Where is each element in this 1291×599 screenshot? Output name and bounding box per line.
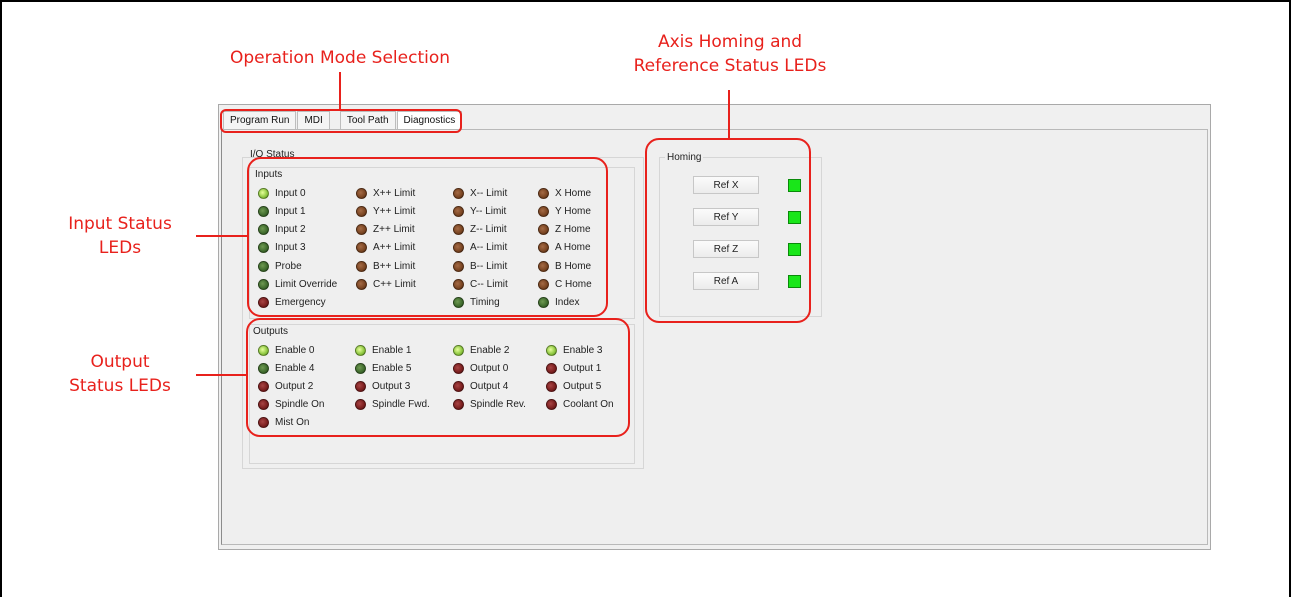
callout-input-status-line1: Input Status (68, 214, 172, 234)
callout-input-status: Input Status LEDs (40, 212, 200, 260)
callout-output-status-line1: Output (90, 352, 150, 372)
leader-outputs (196, 374, 246, 376)
callout-operation-mode: Operation Mode Selection (229, 48, 451, 68)
ring-outputs (246, 318, 630, 437)
ring-inputs (247, 157, 608, 317)
ring-homing (645, 138, 811, 323)
callout-axis-homing: Axis Homing and Reference Status LEDs (600, 30, 860, 78)
leader-homing (728, 90, 730, 138)
callout-input-status-line2: LEDs (98, 238, 142, 258)
leader-mode (339, 72, 341, 109)
callout-axis-homing-line2: Reference Status LEDs (633, 56, 827, 76)
callout-output-status: Output Status LEDs (40, 350, 200, 398)
callout-output-status-line2: Status LEDs (69, 376, 171, 396)
ring-mode-tabs (220, 109, 462, 133)
callout-axis-homing-line1: Axis Homing and (657, 32, 803, 52)
leader-inputs (196, 235, 247, 237)
